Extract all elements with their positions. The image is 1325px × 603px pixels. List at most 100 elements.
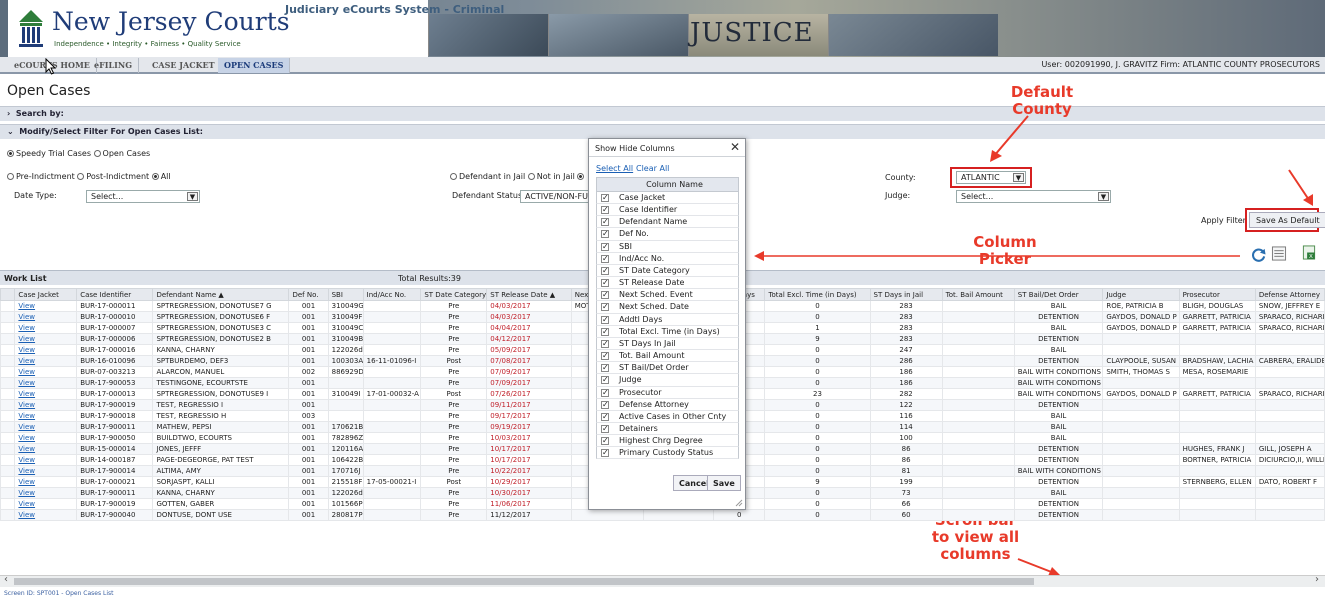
column-header[interactable]: ST Release Date ▲	[486, 288, 572, 301]
scroll-left-icon[interactable]: ‹	[4, 574, 8, 585]
view-link[interactable]: View	[14, 344, 78, 356]
column-header[interactable]: Def No.	[288, 288, 329, 301]
scrollbar-thumb[interactable]	[14, 578, 1034, 585]
view-link[interactable]: View	[14, 300, 78, 312]
checkbox-icon[interactable]: ✓	[601, 218, 609, 227]
checkbox-icon[interactable]: ✓	[601, 400, 609, 409]
column-header[interactable]: Defendant Name ▲	[152, 288, 290, 301]
checkbox-icon[interactable]: ✓	[601, 291, 609, 300]
post-indictment-radio[interactable]	[77, 173, 85, 180]
column-option[interactable]: ✓ Judge	[596, 374, 739, 387]
view-link[interactable]: View	[14, 311, 78, 323]
checkbox-icon[interactable]: ✓	[601, 352, 609, 361]
pre-indictment-radio[interactable]	[7, 173, 14, 180]
column-option[interactable]: ✓ Total Excl. Time (in Days)	[596, 325, 739, 338]
column-option[interactable]: ✓ Addtl Days	[596, 313, 739, 326]
column-option[interactable]: ✓ Defense Attorney	[596, 398, 739, 411]
tab-efiling[interactable]: eFILING	[88, 58, 140, 73]
view-link[interactable]: View	[14, 377, 78, 389]
column-header[interactable]: Total Excl. Time (in Days)	[764, 288, 871, 301]
tab-open-cases[interactable]: OPEN CASES	[218, 58, 291, 73]
column-option[interactable]: ✓ Primary Custody Status	[596, 447, 739, 460]
column-header[interactable]: Case Identifier	[76, 288, 154, 301]
column-option[interactable]: ✓ ST Days In Jail	[596, 337, 739, 351]
view-link[interactable]: View	[14, 399, 78, 411]
column-option[interactable]: ✓ Highest Chrg Degree	[596, 435, 739, 448]
checkbox-icon[interactable]: ✓	[601, 242, 609, 251]
checkbox-icon[interactable]: ✓	[601, 364, 609, 373]
view-link[interactable]: View	[14, 443, 78, 455]
view-link[interactable]: View	[14, 366, 78, 378]
jail-all-radio[interactable]	[577, 173, 585, 180]
view-link[interactable]: View	[14, 432, 78, 444]
scroll-right-icon[interactable]: ›	[1315, 574, 1319, 585]
refresh-icon[interactable]	[1251, 247, 1267, 262]
resize-grip-icon[interactable]	[735, 499, 743, 507]
view-link[interactable]: View	[14, 487, 78, 499]
column-option[interactable]: ✓ ST Release Date	[596, 277, 739, 290]
view-link[interactable]: View	[14, 454, 78, 466]
checkbox-icon[interactable]: ✓	[601, 279, 609, 288]
open-cases-radio[interactable]	[93, 150, 101, 157]
column-header[interactable]: ST Date Category	[420, 288, 488, 301]
select-all-link[interactable]: Select All	[596, 164, 633, 173]
view-link[interactable]: View	[14, 410, 78, 422]
checkbox-icon[interactable]: ✓	[601, 388, 609, 397]
column-picker-icon[interactable]	[1271, 246, 1287, 261]
search-by-section[interactable]: › Search by:	[0, 106, 1325, 121]
judge-select[interactable]: Select... ▼	[956, 190, 1111, 203]
checkbox-icon[interactable]: ✓	[601, 412, 609, 421]
checkbox-icon[interactable]: ✓	[601, 437, 609, 446]
column-header[interactable]: Ind/Acc No.	[362, 288, 422, 301]
checkbox-icon[interactable]: ✓	[601, 206, 609, 215]
defendant-in-jail-radio[interactable]	[450, 173, 457, 180]
checkbox-icon[interactable]: ✓	[601, 339, 609, 348]
checkbox-icon[interactable]: ✓	[601, 376, 609, 385]
filter-section[interactable]: ⌄ Modify/Select Filter For Open Cases Li…	[0, 124, 1325, 139]
column-header[interactable]: Case Jacket	[14, 288, 78, 301]
column-option[interactable]: ✓ SBI	[596, 240, 739, 253]
column-option[interactable]: ✓ Case Jacket	[596, 192, 739, 205]
clear-all-link[interactable]: Clear All	[636, 164, 669, 173]
column-option[interactable]: ✓ Defendant Name	[596, 216, 739, 229]
save-button[interactable]: Save	[707, 475, 741, 491]
checkbox-icon[interactable]: ✓	[601, 230, 609, 239]
checkbox-icon[interactable]: ✓	[601, 194, 609, 202]
view-link[interactable]: View	[14, 355, 78, 367]
column-header[interactable]: ST Days in Jail	[869, 288, 943, 301]
column-option[interactable]: ✓ Case Identifier	[596, 204, 739, 217]
view-link[interactable]: View	[14, 476, 78, 488]
column-option[interactable]: ✓ ST Bail/Det Order	[596, 362, 739, 375]
column-option[interactable]: ✓ Active Cases in Other Cnty	[596, 410, 739, 423]
checkbox-icon[interactable]: ✓	[601, 327, 609, 336]
checkbox-icon[interactable]: ✓	[601, 424, 609, 433]
column-header[interactable]: Prosecutor	[1178, 288, 1256, 301]
view-link[interactable]: View	[14, 465, 78, 477]
speedy-trial-radio[interactable]	[7, 150, 14, 157]
view-link[interactable]: View	[14, 333, 78, 345]
horizontal-scrollbar[interactable]: ‹ ›	[0, 574, 1325, 587]
not-in-jail-radio[interactable]	[527, 173, 535, 180]
close-icon[interactable]: ✕	[730, 140, 740, 154]
checkbox-icon[interactable]: ✓	[601, 449, 609, 458]
date-type-select[interactable]: Select... ▼	[86, 190, 200, 203]
column-header[interactable]: Judge	[1102, 288, 1180, 301]
column-option[interactable]: ✓ Next Sched. Event	[596, 289, 739, 302]
view-link[interactable]: View	[14, 421, 78, 433]
column-option[interactable]: ✓ Tot. Bail Amount	[596, 350, 739, 363]
view-link[interactable]: View	[14, 388, 78, 400]
column-option[interactable]: ✓ Def No.	[596, 228, 739, 241]
column-option[interactable]: ✓ Prosecutor	[596, 386, 739, 399]
view-link[interactable]: View	[14, 509, 78, 521]
column-option[interactable]: ✓ Detainers	[596, 422, 739, 436]
column-option[interactable]: ✓ Ind/Acc No.	[596, 252, 739, 265]
view-link[interactable]: View	[14, 498, 78, 510]
save-as-default-button[interactable]: Save As Default	[1249, 212, 1325, 228]
tab-case-jacket[interactable]: CASE JACKET	[146, 58, 222, 73]
column-header[interactable]: Defense Attorney	[1254, 288, 1325, 301]
view-link[interactable]: View	[14, 322, 78, 334]
column-header[interactable]: ST Bail/Det Order	[1013, 288, 1104, 301]
excel-export-icon[interactable]: X	[1301, 245, 1317, 260]
defendant-status-select[interactable]: ACTIVE/NON-FUG	[520, 190, 590, 203]
checkbox-icon[interactable]: ✓	[601, 303, 609, 312]
